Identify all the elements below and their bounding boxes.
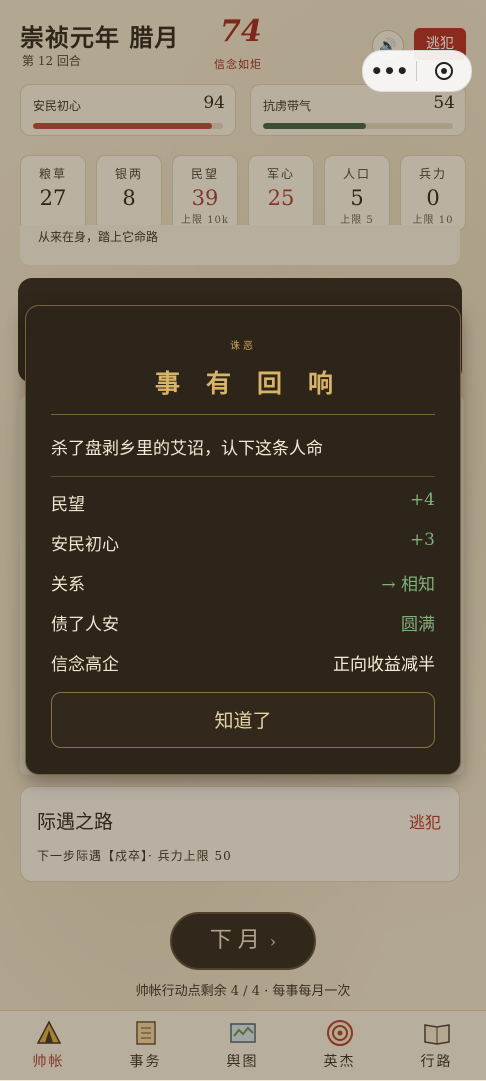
meter-label: 安民初心: [33, 99, 82, 113]
page-title: 崇祯元年 腊月: [20, 23, 180, 52]
effect-row: 民望 +4: [51, 490, 435, 515]
meter-fill: [263, 123, 366, 129]
tab-xinglu[interactable]: 行路: [388, 1011, 485, 1081]
stat-value: 27: [39, 186, 67, 210]
route-tag: 逃犯: [408, 813, 441, 832]
belief-label: 信念如炬: [214, 58, 262, 71]
tab-yingjie[interactable]: 英杰: [291, 1011, 388, 1081]
scroll-icon: [132, 1019, 160, 1047]
modal-description: 杀了盘剥乡里的艾诏，认下这条人命: [51, 439, 323, 459]
effect-value: 正向收益减半: [333, 655, 435, 675]
meter-value: 54: [433, 93, 455, 113]
confirm-button[interactable]: 知道了: [51, 692, 435, 748]
stat-value: 0: [426, 186, 440, 210]
chevron-right-icon: ›: [269, 932, 277, 951]
tab-label: 帅帐: [32, 1054, 65, 1070]
route-card[interactable]: 际遇之路 逃犯 下一步际遇【戍卒】· 兵力上限 50: [20, 786, 460, 882]
stat-value: 8: [122, 186, 136, 210]
meter-fill: [33, 123, 212, 129]
tent-icon: [35, 1019, 63, 1047]
effect-row: 关系 → 相知: [51, 570, 435, 595]
tab-yutu[interactable]: 舆图: [194, 1011, 291, 1081]
tab-shiwu[interactable]: 事务: [97, 1011, 194, 1081]
effect-key: 安民初心: [51, 535, 119, 555]
close-target-icon[interactable]: [417, 62, 470, 80]
stat-sub: 上限 10: [412, 215, 454, 226]
more-icon[interactable]: •••: [363, 51, 416, 91]
stat-card[interactable]: 兵力 0 上限 10: [400, 155, 466, 231]
next-month-button[interactable]: 下月 ›: [170, 912, 316, 970]
effect-row: 债了人安 圆满: [51, 610, 435, 635]
effect-value: +3: [409, 530, 435, 550]
stat-value: 25: [267, 186, 295, 210]
effect-value: +4: [409, 490, 435, 510]
meter-track: [263, 123, 453, 129]
stat-card[interactable]: 人口 5 上限 5: [324, 155, 390, 231]
meter-anmin: 安民初心 94: [20, 84, 236, 136]
meter-track: [33, 123, 223, 129]
round-label: 第 12 回合: [22, 54, 81, 68]
effect-value: 圆满: [401, 615, 435, 635]
map-icon: [229, 1019, 257, 1047]
route-title: 际遇之路: [37, 811, 114, 833]
effect-row: 安民初心 +3: [51, 530, 435, 555]
divider: [51, 476, 435, 477]
target-icon: [326, 1019, 354, 1047]
stat-label: 人口: [342, 167, 371, 181]
mini-program-capsule: •••: [362, 50, 472, 92]
book-icon: [423, 1019, 451, 1047]
meter-value: 94: [203, 93, 225, 113]
action-points: 帅帐行动点剩余 4 / 4 · 每事每月一次: [135, 984, 351, 999]
stat-label: 民望: [190, 167, 219, 181]
tab-label: 行路: [420, 1054, 453, 1070]
meter-label: 抗虏带气: [263, 99, 312, 113]
tab-bar: 帅帐 事务 舆图 英杰 行路: [0, 1010, 486, 1081]
stat-label: 银两: [114, 167, 143, 181]
effect-key: 信念高企: [51, 655, 119, 675]
stat-card[interactable]: 银两 8: [96, 155, 162, 231]
stat-label: 军心: [266, 167, 295, 181]
effect-value: → 相知: [381, 575, 435, 595]
effect-key: 关系: [51, 575, 85, 595]
tab-label: 舆图: [226, 1054, 259, 1070]
divider: [51, 414, 435, 415]
stat-sub: 上限 10k: [181, 215, 229, 226]
stat-label: 粮草: [38, 167, 67, 181]
story-text: 从来在身，踏上它命路: [38, 230, 159, 244]
stat-card[interactable]: 军心 25: [248, 155, 314, 231]
stat-value: 39: [191, 186, 219, 210]
route-subtitle: 下一步际遇【戍卒】· 兵力上限 50: [37, 849, 232, 863]
effect-key: 民望: [51, 495, 85, 515]
modal-tag: 诛恶: [230, 341, 256, 352]
effect-key: 债了人安: [51, 615, 119, 635]
belief-number: 74: [220, 14, 262, 49]
stat-value: 5: [350, 186, 364, 210]
stat-card[interactable]: 民望 39 上限 10k: [172, 155, 238, 231]
modal-title: 事有回响: [154, 369, 359, 398]
effect-row: 信念高企 正向收益减半: [51, 650, 435, 675]
tab-label: 事务: [129, 1054, 162, 1070]
stat-card[interactable]: 粮草 27: [20, 155, 86, 231]
next-month-label: 下月: [209, 928, 266, 953]
stat-sub: 上限 5: [340, 215, 374, 226]
event-result-modal: 诛恶 事有回响 杀了盘剥乡里的艾诏，认下这条人命 民望 +4 安民初心 +3 关…: [25, 305, 461, 775]
tab-label: 英杰: [323, 1054, 356, 1070]
tab-shuaizhang[interactable]: 帅帐: [0, 1011, 97, 1081]
stat-label: 兵力: [418, 167, 447, 181]
